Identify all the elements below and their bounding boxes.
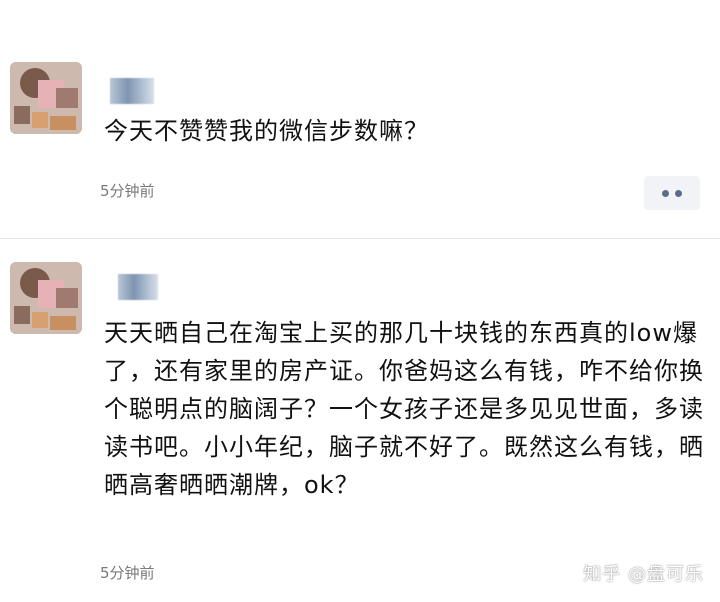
post-timestamp: 5分钟前 [100,182,155,200]
post-content: 今天不赞赞我的微信步数嘛？ [104,117,429,145]
watermark: 知乎 @盘可乐 [583,564,704,585]
more-dots-icon [675,189,682,197]
avatar[interactable] [10,262,82,334]
more-button[interactable] [644,176,700,210]
avatar[interactable] [10,62,82,134]
more-dots-icon [662,189,669,197]
post-timestamp: 5分钟前 [100,564,155,582]
post-card: 今天不赞赞我的微信步数嘛？ 5分钟前 [0,0,720,238]
post-content: 天天晒自己在淘宝上买的那几十块钱的东西真的low爆了，还有家里的房产证。你爸妈这… [104,319,704,499]
username-blurred[interactable] [110,78,154,104]
post-card: 天天晒自己在淘宝上买的那几十块钱的东西真的low爆了，还有家里的房产证。你爸妈这… [0,238,720,602]
username-blurred[interactable] [118,274,158,300]
